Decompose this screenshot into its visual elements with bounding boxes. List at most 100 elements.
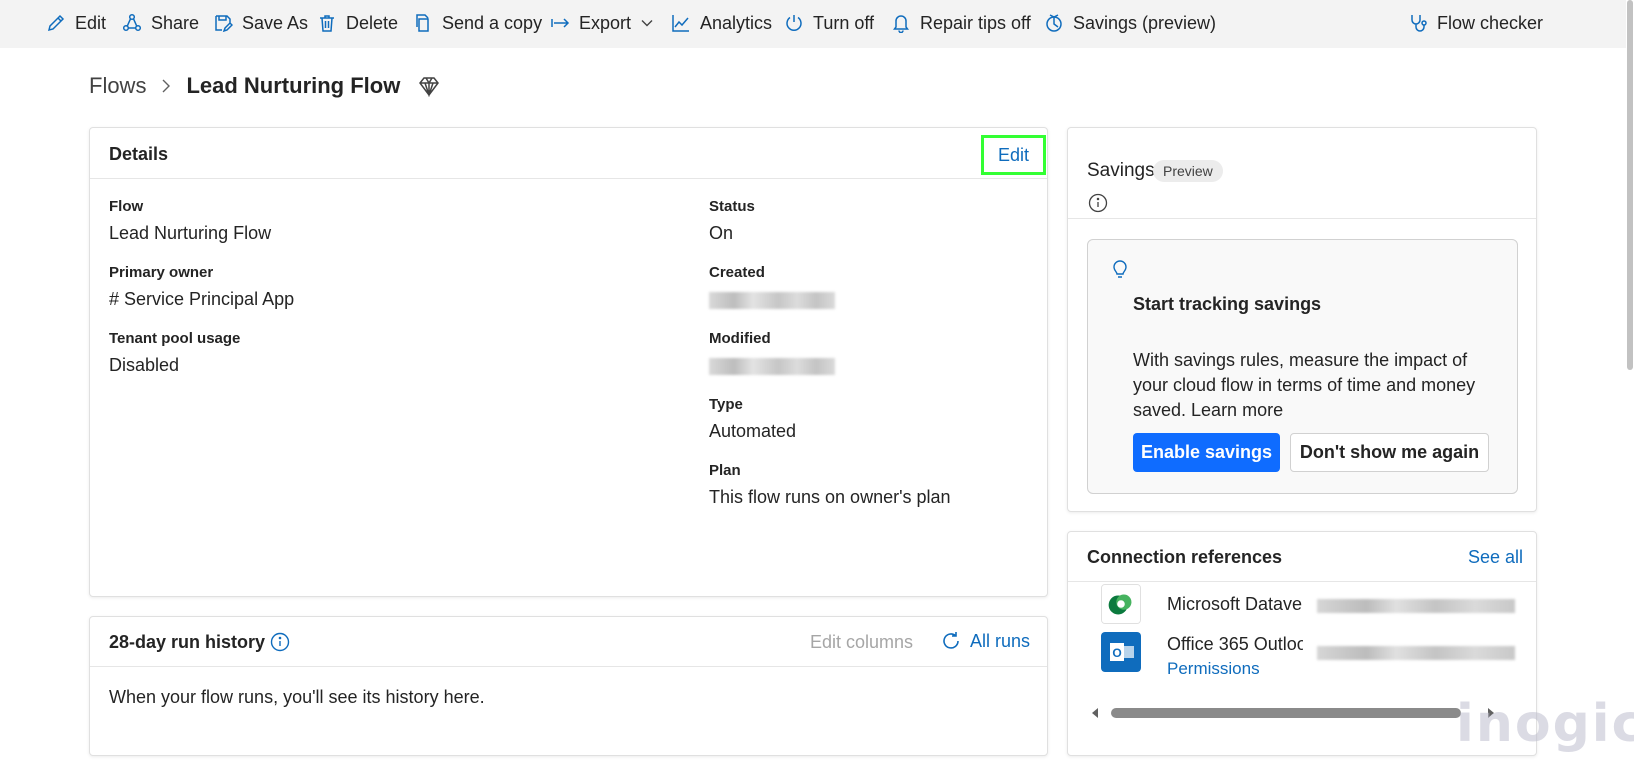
export-button-label: Export [579,12,632,33]
status-label: Status [709,198,755,215]
turn-off-button-label: Turn off [813,12,875,33]
all-runs-button[interactable]: All runs [940,630,1030,652]
edit-button-label: Edit [75,12,107,33]
start-tracking-title: Start tracking savings [1133,294,1322,314]
connection-row-outlook[interactable]: O Office 365 Outlook Permissions [1101,632,1515,679]
chevron-right-icon [162,79,171,93]
connection-name: Office 365 Outlook [1167,634,1303,654]
share-button[interactable]: Share [122,0,199,46]
save-as-icon [215,15,233,33]
vertical-scrollbar-thumb[interactable] [1627,0,1633,370]
send-copy-button-label: Send a copy [442,12,543,33]
run-history-empty-message: When your flow runs, you'll see its hist… [109,687,485,707]
bell-icon [893,15,909,33]
flow-value: Lead Nurturing Flow [109,223,272,243]
run-history-header: 28-day run history Edit columns All runs [90,617,1047,667]
refresh-icon [943,632,959,649]
savings-preview-button[interactable]: Savings (preview) [1044,0,1216,46]
modified-field: Modified [709,330,835,375]
dont-show-again-button[interactable]: Don't show me again [1290,433,1489,472]
outlook-icon: O [1101,632,1141,672]
save-as-button-label: Save As [242,12,309,33]
connection-value-redacted [1317,599,1515,613]
share-icon [122,13,142,32]
dataverse-icon [1101,584,1141,624]
horizontal-scrollbar[interactable] [1089,705,1518,721]
preview-badge: Preview [1153,160,1223,182]
flow-label: Flow [109,198,144,215]
analytics-button[interactable]: Analytics [671,0,772,46]
breadcrumb: Flows Lead Nurturing Flow [89,70,440,102]
modified-value-redacted [709,358,835,375]
created-label: Created [709,264,765,281]
save-as-button[interactable]: Save As [213,0,308,46]
start-tracking-panel: Start tracking savings With savings rule… [1087,239,1518,494]
connection-name: Microsoft Dataverse [1167,594,1303,614]
vertical-scrollbar[interactable] [1626,0,1634,764]
analytics-button-label: Analytics [700,12,773,33]
flow-checker-button-label: Flow checker [1437,12,1544,33]
trash-icon [320,15,334,32]
chevron-down-icon [641,20,653,27]
copy-icon [416,14,429,32]
tenant-value: Disabled [109,355,180,375]
horizontal-scrollbar-thumb[interactable] [1111,708,1461,718]
type-value: Automated [709,421,797,441]
share-button-label: Share [151,12,200,33]
watermark-logo: inogic [1456,694,1634,754]
svg-text:O: O [1112,646,1121,660]
turn-off-button[interactable]: Turn off [784,0,874,46]
owner-field: Primary owner # Service Principal App [109,264,294,310]
pencil-icon [47,14,65,32]
status-value: On [709,223,734,243]
plan-value: This flow runs on owner's plan [709,487,951,507]
savings-card-header: Savings Preview [1068,128,1536,219]
details-title: Details [109,144,169,164]
start-tracking-description: With savings rules, measure the impact o… [1133,350,1476,420]
savings-icon [1046,14,1062,32]
export-arrow-icon [551,18,570,28]
savings-preview-button-label: Savings (preview) [1073,12,1217,33]
plan-label: Plan [709,462,741,479]
owner-value: # Service Principal App [109,289,295,309]
run-history-card: 28-day run history Edit columns All runs… [89,616,1048,756]
page-title: Lead Nurturing Flow [186,73,401,98]
run-history-title: 28-day run history [109,632,266,652]
send-copy-button[interactable]: Send a copy [413,0,542,46]
export-button[interactable]: Export [550,0,654,46]
delete-button-label: Delete [346,12,399,33]
info-icon[interactable] [1088,193,1108,213]
edit-columns-button[interactable]: Edit columns [810,632,913,653]
lightbulb-icon [1113,260,1127,278]
analytics-icon [672,15,689,32]
enable-savings-button[interactable]: Enable savings [1133,433,1280,472]
flow-field: Flow Lead Nurturing Flow [109,198,271,244]
savings-card: Savings Preview Start tracking savings W… [1067,127,1537,512]
details-edit-link[interactable]: Edit [981,135,1046,175]
created-value-redacted [709,292,835,309]
connection-row-dataverse[interactable]: Microsoft Dataverse [1101,584,1515,630]
repair-tips-button-label: Repair tips off [920,12,1031,33]
delete-button[interactable]: Delete [317,0,398,46]
edit-button[interactable]: Edit [46,0,106,46]
flow-checker-button[interactable]: Flow checker [1408,0,1543,46]
details-card: Details Edit Flow Lead Nurturing Flow Pr… [89,127,1048,597]
breadcrumb-flows-link[interactable]: Flows [89,73,146,99]
connection-value-redacted [1317,646,1515,660]
scroll-left-icon[interactable] [1089,707,1101,719]
stethoscope-icon [1411,15,1427,32]
owner-label: Primary owner [109,264,214,281]
premium-diamond-icon [419,77,440,97]
connection-references-title: Connection references [1087,547,1283,567]
type-field: Type Automated [709,396,796,442]
details-card-header: Details Edit [90,128,1047,179]
info-icon[interactable] [270,632,290,652]
modified-label: Modified [709,330,771,347]
connection-references-header: Connection references See all [1068,532,1536,582]
see-all-link[interactable]: See all [1468,547,1523,568]
plan-field: Plan This flow runs on owner's plan [709,462,951,508]
type-label: Type [709,396,743,413]
permissions-link[interactable]: Permissions [1167,659,1260,679]
power-icon [786,15,802,31]
repair-tips-button[interactable]: Repair tips off [891,0,1031,46]
